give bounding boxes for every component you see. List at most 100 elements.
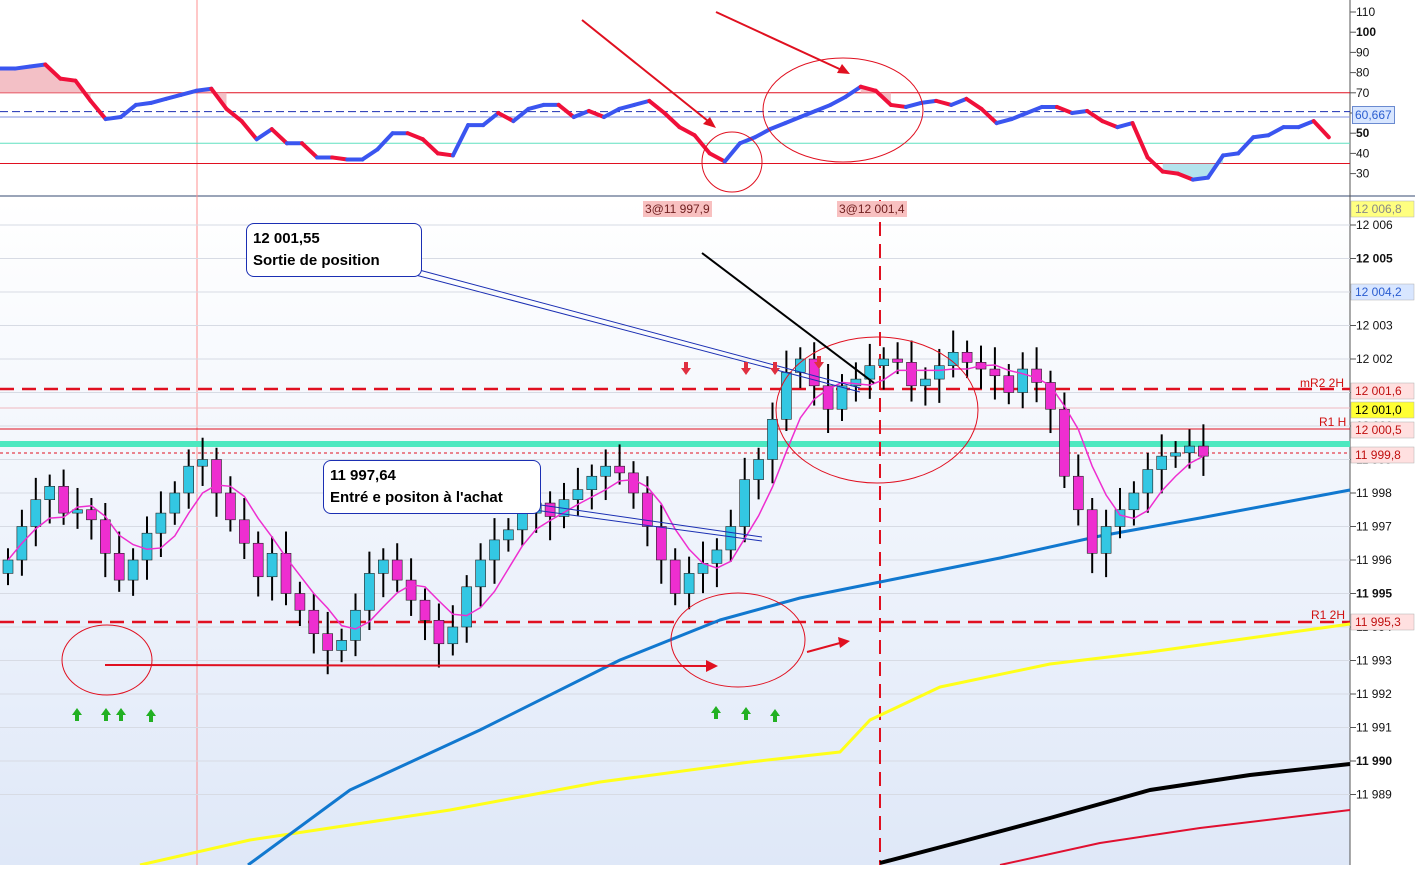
rsi-trade-label-1: 3@11 997,9 [643,201,712,217]
candle-body [878,358,890,366]
candle-body [183,465,194,494]
rsi-line-segment [13,64,33,71]
candle-body [516,512,528,531]
rsi-axis-label: 80 [1356,66,1370,80]
rsi-trade-label-2: 3@12 001,4 [837,201,907,217]
price-axis-label: 11 995 [1356,587,1392,601]
exit-price-label: 12 001,55 [253,230,320,247]
price-axis-label: 12 006 [1356,218,1393,232]
rsi-line-segment [28,62,48,69]
candle-body [725,526,737,551]
candle-body [642,492,653,527]
candle-body [239,519,250,544]
rsi-line-segment [330,155,350,162]
candle-body [906,362,917,387]
exit-text-label: Sortie de position [253,252,380,269]
price-level-tag-text: 11 999,8 [1355,448,1401,462]
candle-body [350,609,361,641]
price-level-tag-text: 12 000,5 [1355,423,1402,437]
rsi-line-segment [435,151,455,158]
candle-body [711,549,723,564]
candle-body [669,559,681,594]
rsi-line-segment [194,86,214,93]
level-name-r1-2h: R1 2H [1311,608,1346,622]
rsi-line-segment [58,76,78,83]
candle-body [211,459,222,494]
candle-body [391,559,403,581]
price-axis-label: 11 996 [1356,553,1392,567]
price-panel-bg [0,200,1350,865]
candle-body [100,519,111,554]
candle-body [377,559,389,574]
rsi-line-segment [919,98,939,105]
rsi-axis-label: 70 [1356,86,1370,100]
candle-body [753,459,764,480]
candle-body [655,526,667,561]
level-name-r1h: R1 H [1319,415,1347,429]
candle-body [419,599,431,621]
candle-body [628,472,639,494]
price-level-tag-text: 12 001,6 [1355,384,1402,398]
candle-body [503,529,514,541]
rsi-axis-label: 100 [1356,25,1376,39]
annotation-arrow-line [104,664,711,667]
rsi-line-segment [1190,175,1210,182]
candle-body [197,459,208,467]
candle-body [1100,526,1112,554]
candle-body [127,559,139,581]
price-axis-label: 12 002 [1356,352,1393,366]
candle-body [1156,455,1167,470]
level-name-mr2: mR2 2H [1300,376,1345,390]
candle-body [1198,445,1209,457]
candle-body [113,552,125,581]
price-axis-label: 12 003 [1356,319,1393,333]
candle-body [308,609,320,635]
rsi-axis-label: 30 [1356,167,1370,181]
candle-body [252,542,264,578]
price-level-tag-text: 12 004,2 [1355,285,1402,299]
candle-body [30,499,42,527]
rsi-line-segment [888,102,908,109]
price-level-tag-text: 12 006,8 [1355,202,1402,216]
candle-body [225,492,236,521]
candle-body [461,586,473,628]
candle-body [364,573,375,611]
candle-body [892,358,903,363]
price-axis-label: 11 992 [1356,687,1392,701]
candle-body [572,489,584,500]
candle-body [169,492,181,514]
price-level-tag-text: 11 995,3 [1355,615,1401,629]
rsi-axis-label: 110 [1356,5,1375,19]
candle-body [933,365,945,380]
trading-chart: 12 00612 00512 00412 00312 00212 00112 0… [0,0,1415,867]
rsi-panel-bg [0,0,1350,195]
rsi-current-value: 60,667 [1352,106,1395,124]
candle-body [586,475,598,490]
rsi-line-segment [1070,108,1090,115]
chart-stage: 12 00612 00512 00412 00312 00212 00112 0… [0,0,1415,867]
candle-body [600,465,612,477]
rsi-line-segment [103,115,123,122]
price-axis-label: 11 998 [1356,486,1392,500]
entry-price-label: 11 997,64 [330,467,396,484]
exit-callout: 12 001,55 Sortie de position [246,223,422,277]
candle-body [44,485,56,500]
rsi-axis-label: 50 [1356,126,1370,140]
candle-body [989,368,1001,377]
candle-body [433,619,445,645]
price-level-tag-text: 12 001,0 [1355,403,1402,417]
candle-body [1184,445,1195,454]
candle-body [155,512,167,534]
rsi-axis-label: 90 [1356,45,1370,59]
candle-body [447,626,459,645]
candle-body [1114,509,1126,527]
rsi-axis-label: 40 [1356,146,1370,160]
candle-body [294,593,306,611]
candle-body [1003,375,1015,393]
price-axis-label: 11 997 [1356,520,1392,534]
candle-body [141,532,153,561]
price-axis-label: 11 991 [1356,721,1392,735]
candle-body [86,509,97,521]
candle-body [614,465,625,474]
candle-body [322,633,334,651]
